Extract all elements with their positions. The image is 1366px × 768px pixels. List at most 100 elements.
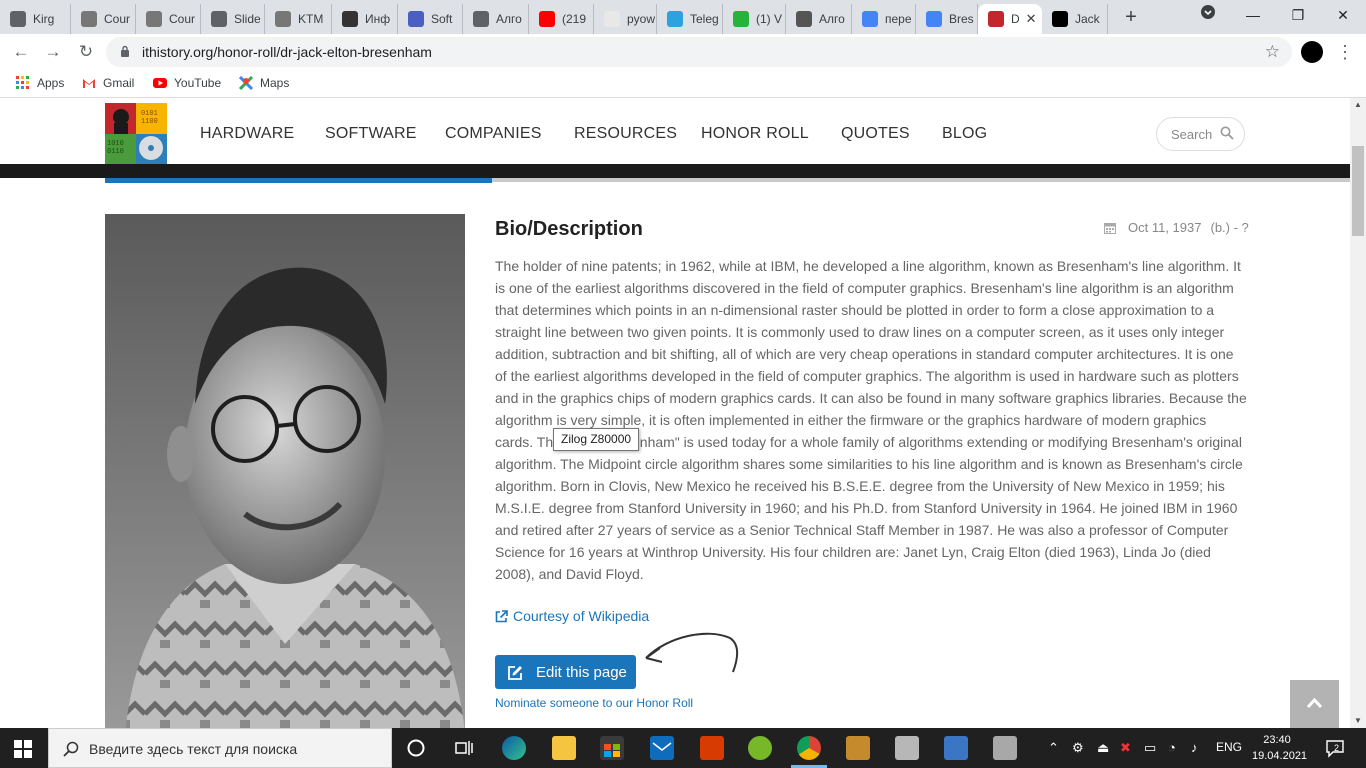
app-window-icon[interactable] — [895, 736, 919, 760]
browser-tab[interactable]: Алго — [786, 4, 852, 34]
browser-tab[interactable]: пере — [852, 4, 916, 34]
windows-start-icon[interactable] — [14, 740, 32, 758]
browser-tab[interactable]: Teleg — [657, 4, 723, 34]
close-window-icon[interactable]: ✕ — [1332, 4, 1354, 26]
back-to-top-button[interactable] — [1290, 680, 1339, 728]
browser-tab[interactable]: pyow — [594, 4, 657, 34]
clock-date: 19.04.2021 — [1252, 750, 1308, 762]
minimize-window-icon[interactable]: — — [1242, 4, 1264, 26]
browser-tab[interactable]: (1) V — [723, 4, 786, 34]
file-explorer-icon[interactable] — [552, 736, 576, 760]
youtube-icon — [539, 11, 555, 27]
nominate-link[interactable]: Nominate someone to our Honor Roll — [495, 696, 693, 710]
chrome-icon[interactable] — [797, 736, 821, 760]
battery-icon[interactable]: ▭ — [1144, 740, 1156, 756]
nav-hardware[interactable]: HARDWARE — [200, 125, 294, 143]
language-indicator[interactable]: ENG — [1216, 740, 1242, 754]
ithistory-icon — [988, 11, 1004, 27]
ithistory-app-icon[interactable] — [846, 736, 870, 760]
clock[interactable]: 23:40 19.04.2021 — [1252, 732, 1308, 764]
forward-arrow-icon[interactable]: → — [41, 40, 65, 64]
courtesy-link[interactable]: Courtesy of Wikipedia — [495, 608, 649, 624]
browser-tab[interactable]: Bres — [916, 4, 978, 34]
browser-tab[interactable]: KTM — [265, 4, 332, 34]
cortana-icon[interactable] — [404, 736, 428, 760]
browser-tab-label: Slide — [234, 12, 261, 26]
url-text[interactable]: ithistory.org/honor-roll/dr-jack-elton-b… — [142, 44, 432, 60]
browser-tab-label: Cour — [104, 12, 131, 26]
windows-taskbar: Введите здесь текст для поиска ⌃ ⚙ ⏏ ✖ ▭… — [0, 728, 1366, 768]
browser-tab[interactable]: Cour — [71, 4, 136, 34]
wifi-icon[interactable]: ◔ — [1168, 740, 1176, 755]
nav-blog[interactable]: BLOG — [942, 125, 987, 143]
browser-tab[interactable]: D ✕ — [978, 4, 1042, 34]
browser-tab[interactable]: Kirg — [0, 4, 71, 34]
browser-tab[interactable]: Алго — [463, 4, 529, 34]
edge-browser-icon[interactable] — [502, 736, 526, 760]
bookmark-maps[interactable]: Maps — [239, 76, 289, 90]
browser-tab[interactable]: Cour — [136, 4, 201, 34]
scroll-down-icon[interactable]: ▼ — [1350, 714, 1366, 728]
bookmark-star-icon[interactable]: ☆ — [1265, 42, 1280, 62]
back-arrow-icon[interactable]: ← — [9, 40, 33, 64]
utorrent-icon[interactable] — [748, 736, 772, 760]
python-icon[interactable] — [944, 736, 968, 760]
nav-companies[interactable]: COMPANIES — [445, 125, 542, 143]
bookmark-youtube[interactable]: YouTube — [153, 76, 221, 90]
site-search-input[interactable]: Search — [1156, 117, 1245, 151]
nav-quotes[interactable]: QUOTES — [841, 125, 910, 143]
search-icon[interactable] — [1220, 126, 1234, 140]
nav-software[interactable]: SOFTWARE — [325, 125, 417, 143]
browser-tab[interactable]: Jack — [1042, 4, 1108, 34]
calendar-icon — [1104, 222, 1116, 234]
browser-tab[interactable]: Инф — [332, 4, 398, 34]
bookmark-gmail[interactable]: Gmail — [82, 76, 134, 90]
scrollbar-thumb[interactable] — [1352, 146, 1364, 236]
nav-honor-roll[interactable]: HONOR ROLL — [701, 125, 809, 143]
address-bar[interactable]: ithistory.org/honor-roll/dr-jack-elton-b… — [106, 37, 1292, 67]
browser-tab-label: Алго — [819, 12, 845, 26]
birth-date: Oct 11, 1937 (b.) - ? — [1104, 220, 1249, 235]
volume-icon[interactable]: ♪ — [1191, 740, 1198, 755]
gmail-icon — [83, 79, 95, 88]
new-tab-button[interactable]: + — [1120, 6, 1142, 28]
browser-tab[interactable]: Soft — [398, 4, 463, 34]
tray-chevron-up-icon[interactable]: ⌃ — [1048, 740, 1059, 756]
browser-tab-label: Инф — [365, 12, 391, 26]
browser-tab[interactable]: (219 — [529, 4, 594, 34]
site-logo[interactable]: 0101 1100 1010 0110 — [105, 103, 167, 164]
edit-page-button[interactable]: Edit this page — [495, 655, 636, 689]
notification-center[interactable]: 2 — [1325, 738, 1345, 758]
cube-icon — [408, 11, 424, 27]
office-icon[interactable] — [700, 736, 724, 760]
pdf-doc-icon — [81, 11, 97, 27]
browser-tab-label: KTM — [298, 12, 324, 26]
apps-grid-icon — [16, 76, 29, 89]
web-page: 0101 1100 1010 0110 HARDWARE SOFTWARE CO… — [0, 98, 1350, 728]
browser-menu-icon[interactable]: ⋮ — [1336, 40, 1354, 64]
scroll-up-icon[interactable]: ▲ — [1350, 98, 1366, 112]
page-scrollbar[interactable]: ▲ ▼ — [1350, 98, 1366, 728]
network-settings-icon[interactable]: ⚙ — [1072, 740, 1084, 756]
store-icon[interactable] — [600, 736, 624, 760]
task-view-icon[interactable] — [452, 736, 476, 760]
google-icon — [862, 11, 878, 27]
tab-search-icon[interactable] — [1197, 4, 1219, 26]
taskbar-search-input[interactable]: Введите здесь текст для поиска — [48, 728, 392, 768]
close-tab-icon[interactable]: ✕ — [1026, 11, 1037, 27]
reload-icon[interactable]: ↻ — [74, 40, 98, 64]
header-accent-bar — [105, 178, 492, 183]
antivirus-icon[interactable]: ✖ — [1120, 740, 1131, 756]
nav-resources[interactable]: RESOURCES — [574, 125, 677, 143]
profile-avatar[interactable] — [1301, 41, 1323, 63]
hand-drawn-arrow-icon — [645, 632, 739, 673]
bookmark-apps[interactable]: Apps — [16, 76, 64, 90]
app-window-icon[interactable] — [993, 736, 1017, 760]
restore-window-icon[interactable]: ❐ — [1287, 4, 1309, 26]
usb-icon[interactable]: ⏏ — [1097, 740, 1109, 756]
notification-count: 2 — [1334, 743, 1340, 753]
browser-tab[interactable]: Slide — [201, 4, 265, 34]
clock-time: 23:40 — [1263, 734, 1291, 746]
chart-icon — [796, 11, 812, 27]
mail-icon[interactable] — [650, 736, 674, 760]
